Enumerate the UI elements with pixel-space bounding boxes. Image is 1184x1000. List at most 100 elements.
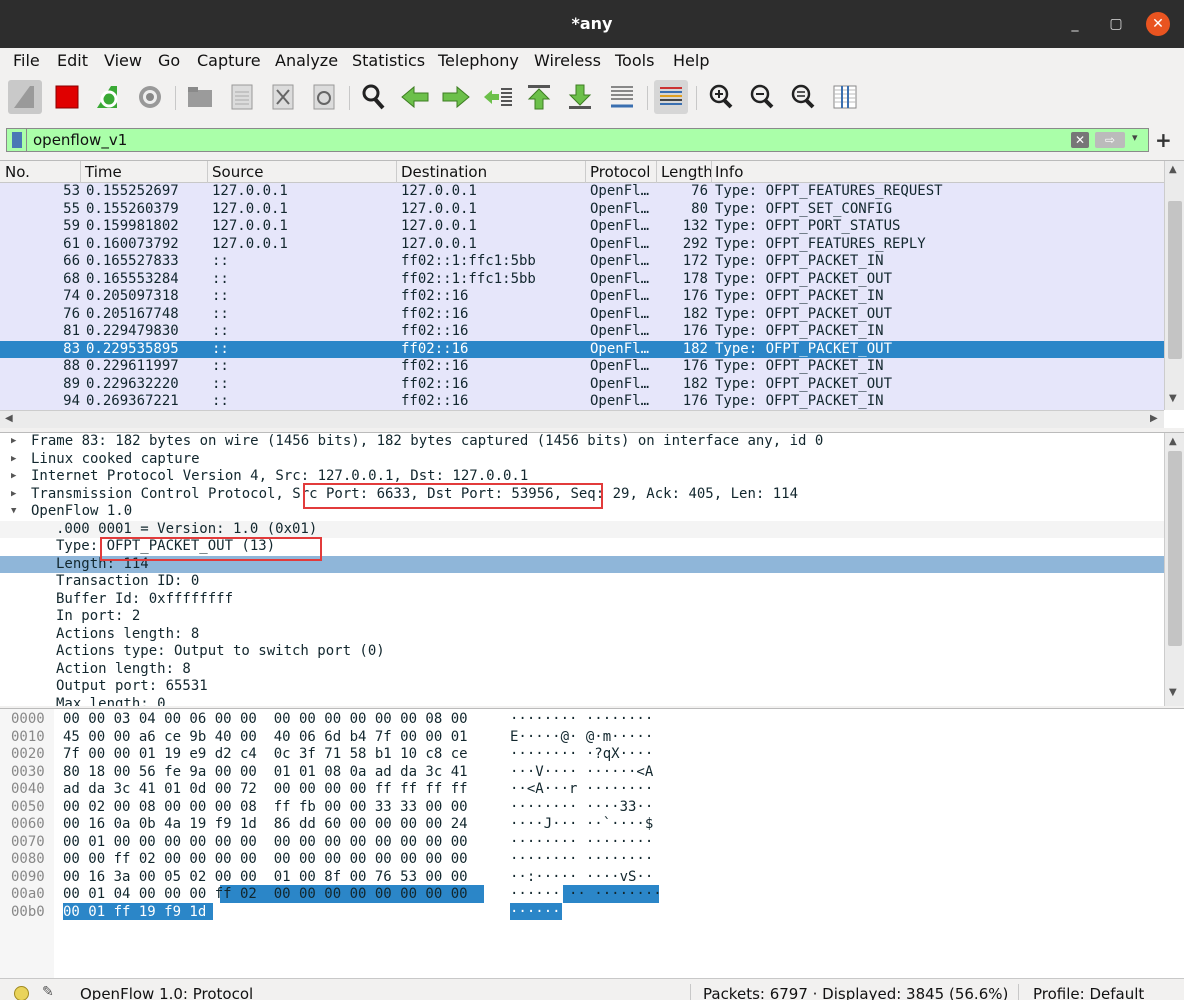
packet-row[interactable]: 74 0.205097318:: ff02::16 OpenFl… 176 Type: O… [0,288,1164,306]
packet-row[interactable]: 83 0.229535895:: ff02::16 OpenFl… 182 Type: O… [0,340,1164,358]
close-button[interactable]: ✕ [1146,12,1170,36]
auto-scroll-icon[interactable] [605,80,639,114]
menu-help[interactable]: Help [673,51,709,70]
packet-row[interactable]: 88 0.229611997:: ff02::16 OpenFl… 176 Type: O… [0,358,1164,376]
go-first-packet-icon[interactable] [522,80,556,114]
packet-cell-proto: OpenFl… [590,358,650,374]
packet-list-vertical-scrollbar[interactable]: ▲ ▼ [1164,161,1184,410]
reload-file-icon[interactable] [307,80,341,114]
packet-bytes: 0000 00 00 03 04 00 06 00 00 00 00 00 00 … [0,708,1184,979]
column-length[interactable]: Length [661,163,711,181]
find-packet-icon[interactable] [356,80,390,114]
packet-row[interactable]: 76 0.205167748:: ff02::16 OpenFl… 182 Type: O… [0,305,1164,323]
menu-wireless[interactable]: Wireless [534,51,601,70]
clear-filter-icon[interactable]: ✕ [1071,132,1089,148]
hex-row[interactable]: 0090 00 16 3a 00 05 02 00 00 01 00 8f 00 … [0,869,1184,887]
detail-output-port[interactable]: Output port: 65531 [0,678,1164,696]
close-file-icon[interactable] [266,80,300,114]
open-file-icon[interactable] [183,80,217,114]
column-no[interactable]: No. [5,163,30,181]
colorize-list-icon[interactable] [654,80,688,114]
bookmark-icon[interactable] [12,132,22,148]
hex-row[interactable]: 0030 80 18 00 56 fe 9a 00 00 01 01 08 0a … [0,764,1184,782]
packet-row[interactable]: 68 0.165553284:: ff02::1:ffc1:5bb OpenFl… 17… [0,270,1164,288]
hex-row[interactable]: 0050 00 02 00 08 00 00 00 08 ff fb 00 00 … [0,799,1184,817]
packet-row[interactable]: 66 0.165527833:: ff02::1:ffc1:5bb OpenFl… 17… [0,253,1164,271]
go-forward-arrow-icon[interactable] [439,80,473,114]
save-file-icon[interactable] [225,80,259,114]
expert-info-led-icon[interactable] [14,986,29,1000]
column-protocol[interactable]: Protocol [590,163,650,181]
stop-capture-icon[interactable] [50,80,84,114]
hex-row[interactable]: 0020 7f 00 00 01 19 e9 d2 c4 0c 3f 71 58 … [0,746,1184,764]
go-to-packet-icon[interactable] [481,80,515,114]
packet-row[interactable]: 89 0.229632220:: ff02::16 OpenFl… 182 Type: O… [0,375,1164,393]
hex-row[interactable]: 0000 00 00 03 04 00 06 00 00 00 00 00 00 … [0,711,1184,729]
minimize-button[interactable]: _ [1063,12,1087,36]
detail-transaction-id[interactable]: Transaction ID: 0 [0,573,1164,591]
detail-version[interactable]: .000 0001 = Version: 1.0 (0x01) [0,520,1164,538]
packet-row[interactable]: 55 0.155260379 127.0.0.1 127.0.0.1 OpenFl… 80… [0,200,1164,218]
detail-action-length[interactable]: Action length: 8 [0,661,1164,679]
go-last-packet-icon[interactable] [563,80,597,114]
hex-row[interactable]: 0070 00 01 00 00 00 00 00 00 00 00 00 00 … [0,834,1184,852]
packet-row[interactable]: 81 0.229479830:: ff02::16 OpenFl… 176 Type: O… [0,323,1164,341]
zoom-in-icon[interactable] [704,80,738,114]
detail-actions-type[interactable]: Actions type: Output to switch port (0) [0,643,1164,661]
packet-row[interactable]: 59 0.159981802 127.0.0.1 127.0.0.1 OpenFl… 13… [0,218,1164,236]
packet-row[interactable]: 94 0.269367221:: ff02::16 OpenFl… 176 Type: O… [0,393,1164,411]
go-back-arrow-icon[interactable] [398,80,432,114]
detail-buffer-id[interactable]: Buffer Id: 0xffffffff [0,591,1164,609]
packet-list-horizontal-scrollbar[interactable]: ◀ ▶ [0,410,1164,428]
packet-cell-info: Type: OFPT_PACKET_IN [715,323,884,339]
hex-row[interactable]: 0010 45 00 00 a6 ce 9b 40 00 40 06 6d b4 … [0,729,1184,747]
display-filter-bar[interactable]: openflow_v1 ✕ ⇨ ▾ [6,128,1149,152]
packet-row[interactable]: 61 0.160073792 127.0.0.1 127.0.0.1 OpenFl… 29… [0,235,1164,253]
normal-size-icon[interactable] [786,80,820,114]
menu-statistics[interactable]: Statistics [352,51,425,70]
detail-linux-cooked[interactable]: ▶ Linux cooked capture [0,451,1164,469]
menu-capture[interactable]: Capture [197,51,261,70]
detail-in-port[interactable]: In port: 2 [0,608,1164,626]
status-profile[interactable]: Profile: Default [1033,985,1144,1000]
packet-cell-proto: OpenFl… [590,323,650,339]
display-filter-input[interactable]: openflow_v1 [33,131,127,149]
apply-filter-arrow-icon[interactable]: ⇨ [1095,132,1125,148]
details-vertical-scrollbar[interactable]: ▲ ▼ [1164,433,1184,706]
maximize-button[interactable]: ▢ [1104,12,1128,36]
menu-go[interactable]: Go [158,51,180,70]
hex-off: 00a0 [11,886,45,902]
menu-analyze[interactable]: Analyze [275,51,338,70]
column-time[interactable]: Time [85,163,122,181]
hex-row[interactable]: 0060 00 16 0a 0b 4a 19 f9 1d 86 dd 60 00 … [0,816,1184,834]
filter-history-dropdown-icon[interactable]: ▾ [1132,131,1138,144]
hex-row[interactable]: 0040 ad da 3c 41 01 0d 00 72 00 00 00 00 … [0,781,1184,799]
hex-row[interactable]: 00b0 00 01 ff 19 f9 1d ······ [0,904,1184,922]
hex-ascii: ··:····· ····vS·· [510,868,654,885]
column-source[interactable]: Source [212,163,264,181]
menu-view[interactable]: View [104,51,142,70]
detail-frame[interactable]: ▶ Frame 83: 182 bytes on wire (1456 bits)… [0,433,1164,451]
start-capture-icon[interactable] [8,80,42,114]
column-destination[interactable]: Destination [401,163,487,181]
hex-row[interactable]: 0080 00 00 ff 02 00 00 00 00 00 00 00 00 … [0,851,1184,869]
packet-cell-info: Type: OFPT_PACKET_OUT [715,305,893,322]
packet-cell-len: 178 [682,270,708,287]
menu-telephony[interactable]: Telephony [438,51,519,70]
hex-row[interactable]: 00a0 00 01 04 00 00 00 ff 02 00 00 00 00 … [0,886,1184,904]
packet-row[interactable]: 53 0.155252697 127.0.0.1 127.0.0.1 OpenFl… 76… [0,183,1164,201]
detail-actions-length[interactable]: Actions length: 8 [0,626,1164,644]
menu-file[interactable]: File [13,51,40,70]
menu-tools[interactable]: Tools [615,51,654,70]
resize-columns-icon[interactable] [828,80,862,114]
restart-capture-icon[interactable] [91,80,125,114]
zoom-out-icon[interactable] [745,80,779,114]
menu-edit[interactable]: Edit [57,51,88,70]
detail-max-length[interactable]: Max length: 0 [0,696,1164,707]
capture-options-gear-icon[interactable] [133,80,167,114]
edit-comment-icon[interactable]: ✎ [42,984,54,1000]
add-filter-button-plus-icon[interactable]: + [1155,128,1172,152]
column-info[interactable]: Info [715,163,743,181]
hex-ascii: ········ ········ [510,851,654,867]
packet-cell-len: 176 [682,323,708,339]
